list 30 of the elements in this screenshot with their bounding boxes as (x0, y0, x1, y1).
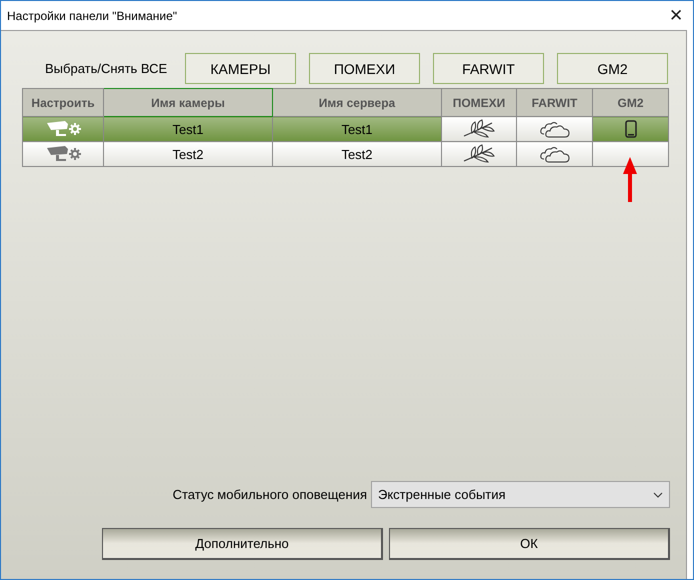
status-dropdown[interactable]: Экстренные события (371, 481, 670, 508)
leaves-icon (462, 119, 496, 139)
table-cell: Test2 (104, 142, 272, 166)
column-header[interactable]: GM2 (592, 88, 668, 116)
column-header[interactable]: FARWIT (516, 88, 592, 116)
toggle-all-button[interactable]: GM2 (557, 53, 668, 84)
table-cell: Test1 (272, 116, 442, 142)
leaves-icon (462, 144, 496, 164)
toggle-all-button[interactable]: ПОМЕХИ (309, 53, 420, 84)
toggle-all-button[interactable]: FARWIT (433, 53, 544, 84)
arrow-annotation (622, 156, 638, 204)
column-header[interactable]: Имя сервера (272, 88, 442, 116)
gm2-toggle-cell[interactable] (592, 116, 668, 142)
table-cell: Test1 (104, 116, 272, 142)
toggle-all-button[interactable]: КАМЕРЫ (185, 53, 296, 84)
mobile-status-label: Статус мобильного оповещения (172, 487, 367, 502)
cloud-icon (538, 119, 570, 139)
close-button[interactable]: ✕ (659, 2, 693, 30)
ok-button[interactable]: ОК (389, 528, 670, 560)
chevron-down-icon (653, 492, 663, 498)
table-cell: Test2 (272, 142, 442, 166)
window-title: Настройки панели "Внимание" (7, 8, 178, 22)
column-header[interactable]: Имя камеры (104, 88, 272, 116)
column-header[interactable]: Настроить (22, 88, 104, 116)
gm2-toggle-cell[interactable] (592, 142, 668, 166)
phone-icon (624, 120, 636, 138)
more-button[interactable]: Дополнительно (102, 528, 383, 560)
cloud-icon (538, 144, 570, 164)
select-all-label: Выбрать/Снять ВСЕ (45, 61, 168, 76)
column-header[interactable]: ПОМЕХИ (442, 88, 516, 116)
